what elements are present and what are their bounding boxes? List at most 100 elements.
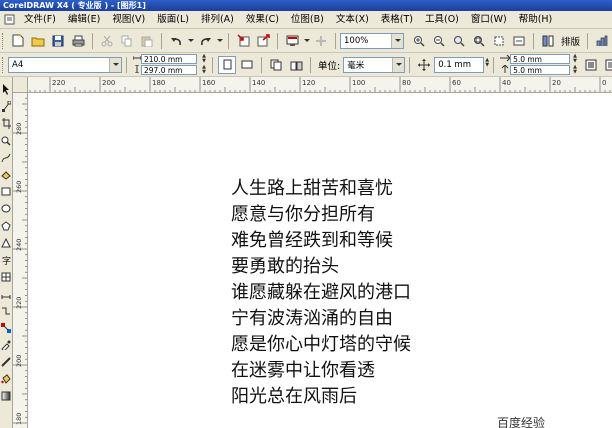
duplicate-y-icon bbox=[500, 63, 510, 76]
eyedropper-tool-icon[interactable] bbox=[1, 336, 12, 353]
redo-icon[interactable] bbox=[196, 32, 214, 50]
page-height-input[interactable]: 297.0 mm bbox=[141, 65, 197, 75]
undo-icon[interactable] bbox=[167, 32, 185, 50]
duplicate-x-stepper[interactable]: ▲ ▼ bbox=[571, 54, 579, 64]
vertical-ruler[interactable]: 280 260 240 220 200 180 bbox=[13, 93, 28, 428]
menu-tools[interactable]: 工具(O) bbox=[419, 12, 465, 28]
export-icon[interactable] bbox=[254, 32, 272, 50]
paper-size-combo[interactable]: A4 bbox=[8, 56, 122, 73]
toolbar-separator bbox=[335, 32, 336, 49]
menu-edit[interactable]: 编辑(E) bbox=[62, 12, 106, 28]
menu-arrange[interactable]: 排列(A) bbox=[195, 12, 240, 28]
current-page-icon[interactable] bbox=[287, 56, 305, 74]
menu-bitmaps[interactable]: 位图(B) bbox=[285, 12, 330, 28]
layout-label[interactable]: 排版 bbox=[561, 34, 580, 48]
zoom-tool-icon[interactable] bbox=[1, 132, 12, 149]
outline-tool-icon[interactable] bbox=[1, 353, 12, 370]
redo-dropdown-icon[interactable] bbox=[216, 32, 223, 50]
crop-tool-icon[interactable] bbox=[1, 115, 12, 132]
layout-arrange-icon[interactable] bbox=[539, 32, 557, 50]
basic-shapes-tool-icon[interactable] bbox=[1, 234, 12, 251]
menu-bar: 文件(F) 编辑(E) 视图(V) 版面(L) 排列(A) 效果(C) 位图(B… bbox=[0, 11, 612, 29]
freehand-tool-icon[interactable] bbox=[1, 149, 12, 166]
chevron-down-icon[interactable] bbox=[391, 33, 403, 48]
zoom-page-width-icon[interactable] bbox=[510, 32, 528, 50]
text-line: 人生路上甜苦和喜忧 bbox=[231, 178, 393, 199]
menu-window[interactable]: 窗口(W) bbox=[465, 12, 513, 28]
treat-as-filled-icon[interactable] bbox=[582, 56, 600, 74]
horizontal-ruler[interactable]: 220 200 180 160 140 120 100 80 60 40 20 0 bbox=[28, 77, 612, 93]
chevron-down-icon[interactable] bbox=[392, 57, 405, 72]
print-icon[interactable] bbox=[69, 32, 87, 50]
portrait-icon[interactable] bbox=[218, 55, 236, 74]
menu-help[interactable]: 帮助(H) bbox=[513, 12, 559, 28]
text-tool-icon[interactable]: 字 bbox=[1, 251, 12, 268]
copy-icon[interactable] bbox=[118, 32, 136, 50]
text-line: 阳光总在风雨后 bbox=[231, 386, 357, 407]
paragraph-text[interactable]: 人生路上甜苦和喜忧 愿意与你分担所有 难免曾经跌到和等候 要勇敢的抬头 谁愿藏躲… bbox=[231, 176, 411, 410]
units-combo[interactable]: 毫米 bbox=[343, 56, 406, 73]
zoom-level-value: 100% bbox=[344, 35, 369, 46]
table-tool-icon[interactable] bbox=[1, 268, 12, 285]
polygon-tool-icon[interactable] bbox=[1, 217, 12, 234]
menu-table[interactable]: 表格(T) bbox=[375, 12, 419, 28]
pick-tool-icon[interactable] bbox=[1, 81, 12, 98]
chevron-down-icon[interactable] bbox=[109, 57, 121, 72]
new-document-icon[interactable] bbox=[9, 32, 27, 50]
all-pages-icon[interactable] bbox=[267, 56, 285, 74]
interactive-fill-tool-icon[interactable] bbox=[1, 387, 12, 404]
nudge-stepper[interactable]: ▲ ▼ bbox=[485, 57, 489, 72]
menu-layout[interactable]: 版面(L) bbox=[151, 12, 195, 28]
toolbox: 字 bbox=[0, 77, 13, 428]
page-width-input[interactable]: 210.0 mm bbox=[141, 54, 197, 64]
blend-tool-icon[interactable] bbox=[1, 319, 12, 336]
launcher-dropdown-icon[interactable] bbox=[303, 32, 310, 50]
toolbar-separator bbox=[277, 32, 278, 49]
nudge-distance-input[interactable]: 0.1 mm bbox=[434, 56, 485, 73]
toolbar-separator bbox=[261, 56, 262, 73]
duplicate-y-stepper[interactable]: ▲ ▼ bbox=[571, 65, 579, 75]
height-stepper[interactable]: ▲ ▼ bbox=[200, 65, 208, 75]
paste-icon[interactable] bbox=[138, 32, 156, 50]
zoom-out-icon[interactable] bbox=[430, 32, 448, 50]
import-icon[interactable] bbox=[234, 32, 252, 50]
smart-fill-tool-icon[interactable] bbox=[1, 166, 12, 183]
connector-tool-icon[interactable] bbox=[1, 302, 12, 319]
menu-text[interactable]: 文本(X) bbox=[330, 12, 375, 28]
rectangle-tool-icon[interactable] bbox=[1, 183, 12, 200]
width-stepper[interactable]: ▲ ▼ bbox=[200, 54, 208, 64]
window-title: CorelDRAW X4 ( 专业版 ) - [图形1] bbox=[3, 1, 146, 10]
open-folder-icon[interactable] bbox=[29, 32, 47, 50]
ellipse-tool-icon[interactable] bbox=[1, 200, 12, 217]
watermark: 百度经验 bbox=[497, 416, 546, 428]
enhance-icon[interactable] bbox=[593, 32, 611, 50]
dimension-tool-icon[interactable] bbox=[1, 285, 12, 302]
zoom-in-icon[interactable] bbox=[410, 32, 428, 50]
menu-effects[interactable]: 效果(C) bbox=[240, 12, 285, 28]
zoom-selected-icon[interactable] bbox=[450, 32, 468, 50]
text-line: 宁有波涛汹涌的自由 bbox=[231, 308, 393, 329]
toolbar-grip[interactable] bbox=[2, 32, 5, 49]
duplicate-x-input[interactable]: 5.0 mm bbox=[510, 54, 571, 64]
cut-icon[interactable] bbox=[98, 32, 116, 50]
toolbar-grip[interactable] bbox=[2, 56, 5, 73]
ruler-origin[interactable] bbox=[13, 77, 28, 93]
fill-tool-icon[interactable] bbox=[1, 370, 12, 387]
zoom-all-objects-icon[interactable] bbox=[470, 32, 488, 50]
menu-view[interactable]: 视图(V) bbox=[106, 12, 151, 28]
welcome-screen-icon[interactable] bbox=[312, 32, 330, 50]
menu-file[interactable]: 文件(F) bbox=[18, 12, 62, 28]
zoom-page-icon[interactable] bbox=[490, 32, 508, 50]
undo-dropdown-icon[interactable] bbox=[187, 32, 194, 50]
application-launcher-icon[interactable] bbox=[283, 32, 301, 50]
landscape-icon[interactable] bbox=[238, 56, 256, 74]
save-icon[interactable] bbox=[49, 32, 67, 50]
ruler-tick-label: 60 bbox=[452, 79, 461, 87]
shape-tool-icon[interactable] bbox=[1, 98, 12, 115]
options-icon[interactable] bbox=[602, 56, 612, 74]
duplicate-y-input[interactable]: 5.0 mm bbox=[510, 65, 571, 75]
zoom-level-combo[interactable]: 100% bbox=[340, 32, 404, 49]
document-menu-icon[interactable] bbox=[2, 13, 16, 27]
window-title-bar[interactable]: CorelDRAW X4 ( 专业版 ) - [图形1] bbox=[0, 0, 612, 11]
nudge-icon bbox=[415, 56, 433, 74]
